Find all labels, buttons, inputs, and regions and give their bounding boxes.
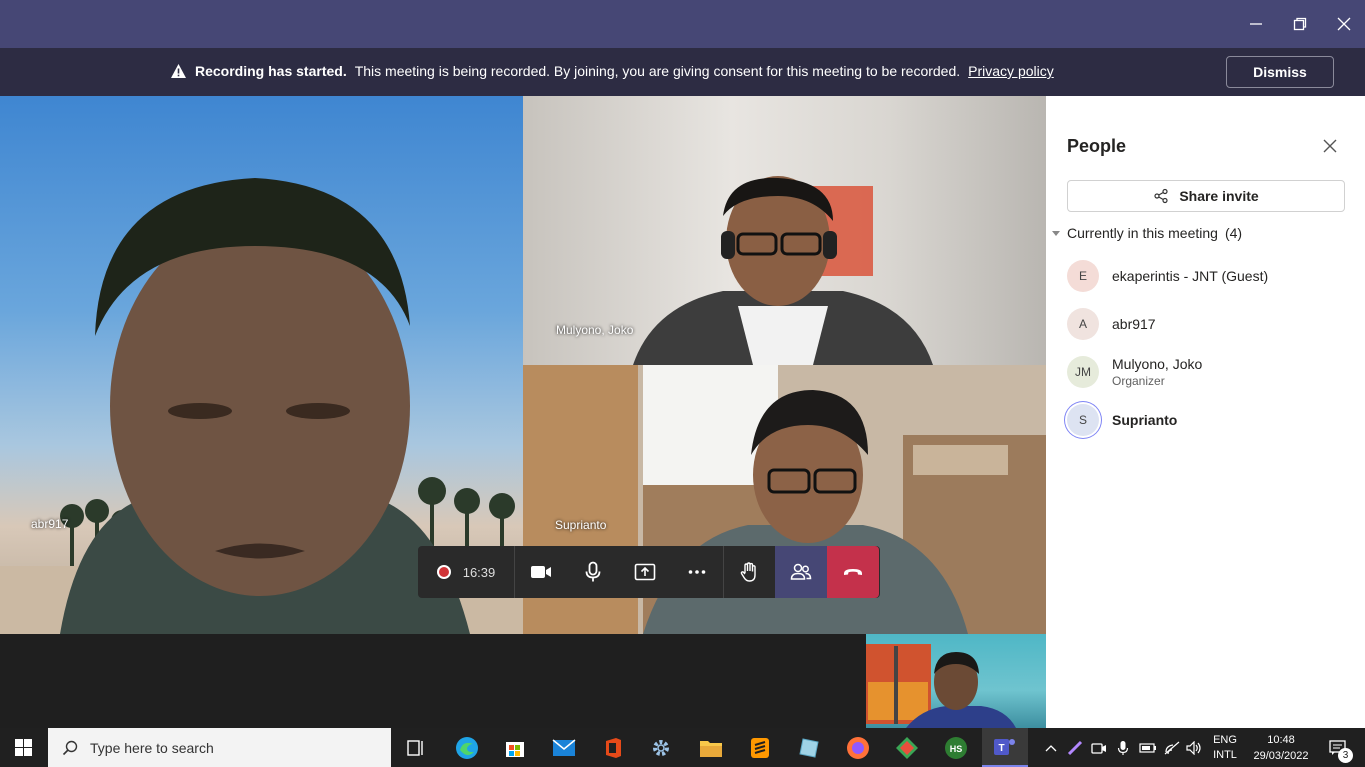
teams-icon[interactable]: T [982, 728, 1028, 767]
more-options-button[interactable] [671, 546, 723, 598]
people-icon [790, 563, 812, 580]
notification-center-button[interactable]: 3 [1318, 728, 1358, 767]
close-icon[interactable] [1322, 0, 1365, 48]
language-bottom: INTL [1213, 748, 1237, 761]
share-invite-button[interactable]: Share invite [1067, 180, 1345, 212]
firefox-icon[interactable] [835, 728, 881, 767]
taskbar-search[interactable]: Type here to search [48, 728, 391, 767]
taskbar: Type here to search HS T ENG INTL 10:48 … [0, 728, 1365, 767]
volume-icon[interactable] [1182, 728, 1206, 767]
record-icon [436, 565, 451, 579]
self-preview[interactable] [866, 634, 1046, 728]
svg-text:HS: HS [950, 744, 963, 754]
store-icon[interactable] [492, 728, 538, 767]
mail-icon[interactable] [541, 728, 587, 767]
section-count: (4) [1224, 225, 1243, 241]
search-icon [62, 740, 78, 755]
participant-name: abr917 [1112, 316, 1156, 332]
edge-icon[interactable] [444, 728, 490, 767]
svg-text:T: T [998, 743, 1004, 754]
avatar: S [1067, 404, 1099, 436]
hang-up-icon [844, 569, 862, 575]
microphone-tray-icon[interactable] [1112, 728, 1134, 767]
participant-item[interactable]: JM Mulyono, Joko Organizer [1067, 356, 1202, 388]
participant-name: ekaperintis - JNT (Guest) [1112, 268, 1269, 284]
wifi-icon[interactable] [1160, 728, 1184, 767]
clock-time: 10:48 [1267, 733, 1295, 746]
clock[interactable]: 10:48 29/03/2022 [1246, 728, 1316, 767]
minimize-icon[interactable] [1234, 0, 1278, 48]
dismiss-button[interactable]: Dismiss [1226, 56, 1334, 88]
start-button[interactable] [0, 728, 46, 767]
banner-message: This meeting is being recorded. By joini… [354, 63, 961, 79]
meet-now-icon[interactable] [1088, 728, 1110, 767]
share-screen-icon [634, 563, 656, 581]
recording-indicator: 16:39 [418, 546, 515, 598]
participant-item[interactable]: A abr917 [1067, 308, 1156, 340]
banner-title: Recording has started. [195, 63, 347, 79]
windows-icon [14, 739, 32, 756]
panel-title: People [1067, 136, 1127, 156]
camera-button[interactable] [515, 546, 567, 598]
task-view-icon[interactable] [393, 728, 439, 767]
raise-hand-icon [740, 562, 756, 582]
video-tile-mulyono-joko[interactable]: Mulyono, Joko [523, 96, 1046, 365]
file-explorer-icon[interactable] [688, 728, 734, 767]
show-hidden-icons-icon[interactable] [1040, 728, 1062, 767]
battery-icon[interactable] [1136, 728, 1160, 767]
participant-item[interactable]: E ekaperintis - JNT (Guest) [1067, 260, 1268, 292]
settings-icon[interactable] [638, 728, 684, 767]
restore-icon[interactable] [1278, 0, 1322, 48]
raise-hand-button[interactable] [723, 546, 775, 598]
notes-app-icon[interactable] [786, 728, 832, 767]
people-button[interactable] [775, 546, 827, 598]
recording-time: 16:39 [462, 564, 496, 580]
hotspot-app-icon[interactable]: HS [933, 728, 979, 767]
tile-name-label: abr917 [31, 517, 69, 531]
title-bar [0, 0, 1365, 48]
language-top: ENG [1213, 733, 1237, 746]
microphone-button[interactable] [567, 546, 619, 598]
avatar: E [1067, 260, 1099, 292]
tile-name-label: Suprianto [555, 518, 607, 532]
share-invite-label: Share invite [1179, 188, 1259, 204]
participant-name: Mulyono, Joko [1112, 356, 1203, 372]
camera-icon [531, 566, 551, 578]
tile-name-label: Mulyono, Joko [556, 323, 634, 337]
participants-section-header[interactable]: Currently in this meeting (4) [1052, 225, 1242, 241]
chevron-down-icon [1052, 230, 1060, 236]
pen-icon[interactable] [1064, 728, 1086, 767]
participant-name: Suprianto [1112, 412, 1178, 428]
participant-item[interactable]: S Suprianto [1067, 404, 1177, 436]
search-placeholder: Type here to search [90, 739, 214, 756]
input-language-indicator[interactable]: ENG INTL [1206, 728, 1244, 767]
meeting-controls: 16:39 [418, 546, 880, 598]
avatar: JM [1067, 356, 1099, 388]
hang-up-button[interactable] [827, 546, 879, 598]
app-diamond-icon[interactable] [884, 728, 930, 767]
section-label: Currently in this meeting [1067, 225, 1218, 241]
more-icon [688, 570, 706, 574]
recording-banner: Recording has started. This meeting is b… [0, 48, 1365, 96]
meeting-stage: abr917 Mulyono, Joko Suprianto 16:39 [0, 96, 1046, 728]
people-panel: People Share invite Currently in this me… [1046, 96, 1365, 728]
clock-date: 29/03/2022 [1253, 749, 1309, 762]
share-screen-button[interactable] [619, 546, 671, 598]
avatar: A [1067, 308, 1099, 340]
participant-role: Organizer [1112, 374, 1165, 388]
close-panel-icon[interactable] [1322, 138, 1338, 154]
warning-icon [171, 64, 186, 78]
sublime-text-icon[interactable] [737, 728, 783, 767]
share-icon [1154, 188, 1168, 204]
microphone-icon [585, 561, 601, 582]
notification-badge: 3 [1338, 748, 1353, 763]
privacy-policy-link[interactable]: Privacy policy [968, 63, 1054, 79]
office-icon[interactable] [590, 728, 636, 767]
video-feed [866, 644, 1016, 728]
